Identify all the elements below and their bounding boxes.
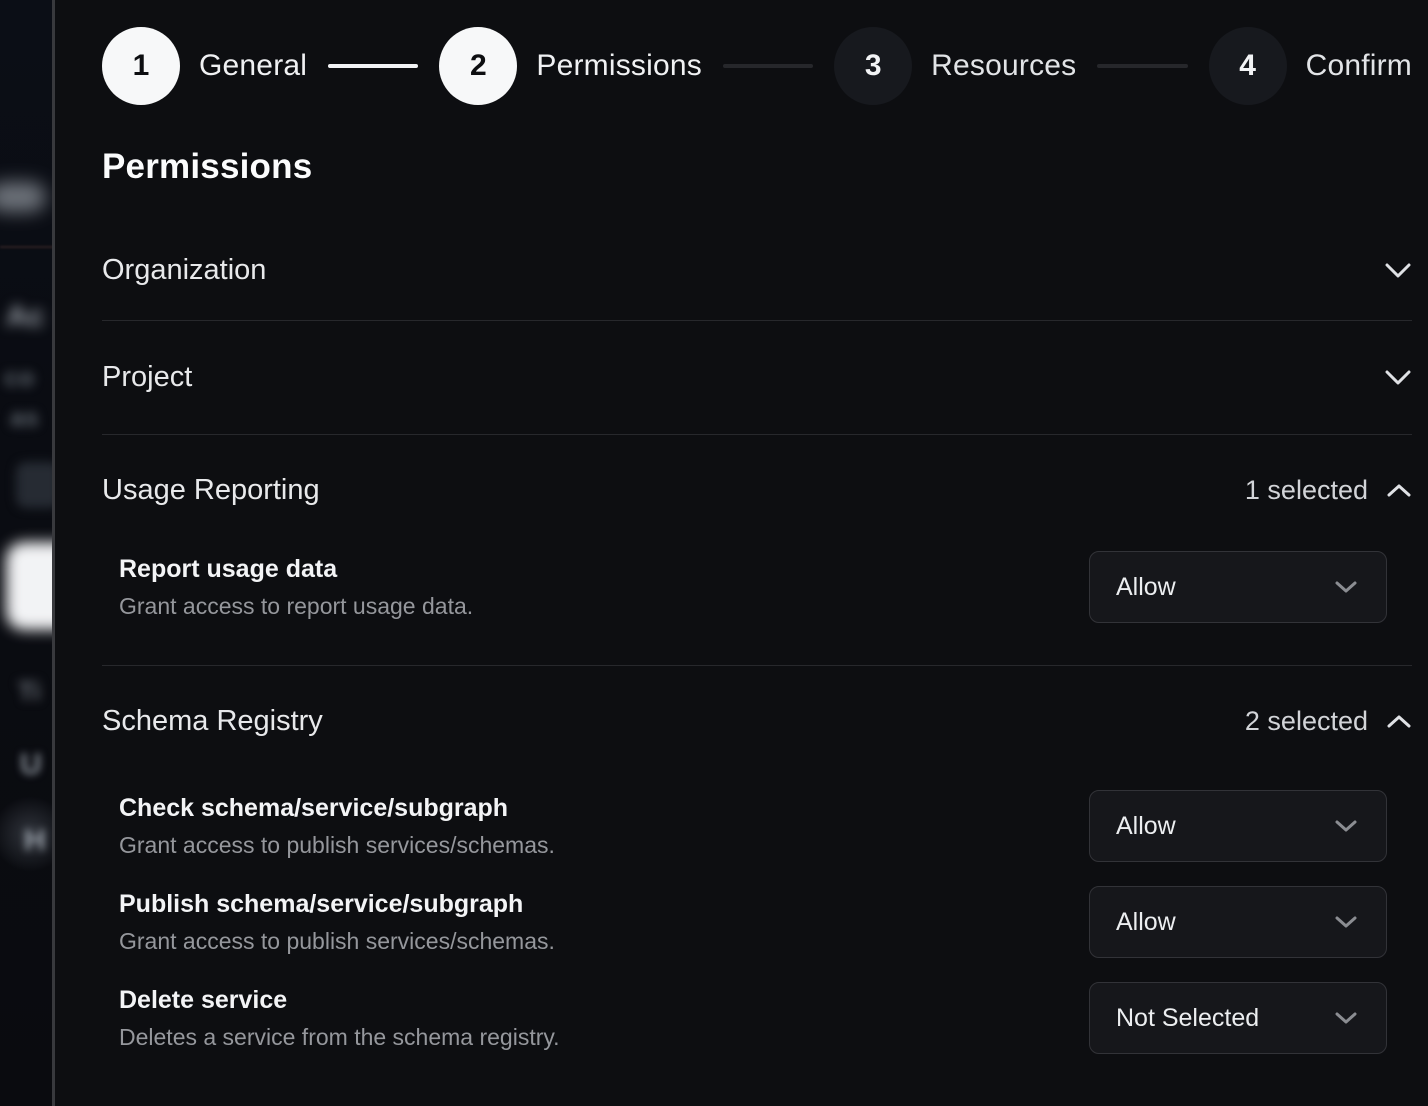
step-connector bbox=[1097, 64, 1187, 68]
blurred-text-fragment: co bbox=[4, 362, 34, 393]
permission-description: Deletes a service from the schema regist… bbox=[119, 1024, 560, 1051]
blurred-divider bbox=[0, 246, 55, 248]
permission-title: Report usage data bbox=[119, 555, 473, 584]
step-confirm[interactable]: 4 Confirm bbox=[1209, 27, 1412, 105]
section-header-project[interactable]: Project bbox=[102, 321, 1412, 434]
permission-title: Delete service bbox=[119, 986, 560, 1015]
section-header-usage-reporting[interactable]: Usage Reporting 1 selected bbox=[102, 435, 1412, 545]
blurred-text-fragment: H bbox=[24, 824, 46, 858]
permission-description: Grant access to publish services/schemas… bbox=[119, 928, 555, 955]
blurred-text-fragment: as bbox=[10, 402, 39, 433]
blurred-sidebar-smudge bbox=[0, 182, 46, 212]
selected-count-badge: 1 selected bbox=[1245, 475, 1368, 506]
step-number-badge: 4 bbox=[1209, 27, 1287, 105]
chevron-down-icon bbox=[1334, 819, 1358, 833]
permission-select[interactable]: Not Selected bbox=[1089, 982, 1387, 1054]
step-connector bbox=[723, 64, 813, 68]
chevron-up-icon bbox=[1386, 714, 1412, 729]
section-header-schema-registry[interactable]: Schema Registry 2 selected bbox=[102, 666, 1412, 776]
section-title: Project bbox=[102, 361, 192, 394]
permission-row: Check schema/service/subgraph Grant acce… bbox=[102, 790, 1412, 862]
chevron-down-icon bbox=[1334, 580, 1358, 594]
step-connector bbox=[328, 64, 418, 68]
section-title: Schema Registry bbox=[102, 705, 323, 738]
section-header-organization[interactable]: Organization bbox=[102, 220, 1412, 320]
chevron-down-icon bbox=[1334, 1011, 1358, 1025]
page-title: Permissions bbox=[102, 147, 1412, 187]
permission-description: Grant access to publish services/schemas… bbox=[119, 832, 555, 859]
select-value: Not Selected bbox=[1116, 1004, 1259, 1033]
permission-row: Report usage data Grant access to report… bbox=[102, 551, 1412, 623]
blurred-text-fragment: Ac bbox=[6, 300, 44, 334]
chevron-up-icon bbox=[1386, 483, 1412, 498]
permission-select[interactable]: Allow bbox=[1089, 551, 1387, 623]
select-value: Allow bbox=[1116, 573, 1176, 602]
wizard-stepper: 1 General 2 Permissions 3 Resources 4 Co… bbox=[102, 27, 1412, 105]
chevron-down-icon bbox=[1384, 369, 1412, 386]
background-sidebar: Ac co as Ti U H bbox=[0, 0, 55, 1106]
selected-count-badge: 2 selected bbox=[1245, 706, 1368, 737]
blurred-icon-tile bbox=[16, 462, 55, 508]
step-number-badge: 2 bbox=[439, 27, 517, 105]
section-schema-registry: Schema Registry 2 selected Check schema/… bbox=[102, 666, 1412, 1096]
blurred-text-fragment: U bbox=[20, 748, 42, 782]
step-general[interactable]: 1 General bbox=[102, 27, 307, 105]
step-label: Permissions bbox=[536, 49, 702, 83]
step-label: Resources bbox=[931, 49, 1076, 83]
step-permissions[interactable]: 2 Permissions bbox=[439, 27, 702, 105]
permission-select[interactable]: Allow bbox=[1089, 790, 1387, 862]
section-usage-reporting: Usage Reporting 1 selected Report usage … bbox=[102, 435, 1412, 665]
permission-title: Publish schema/service/subgraph bbox=[119, 890, 555, 919]
permission-row: Publish schema/service/subgraph Grant ac… bbox=[102, 886, 1412, 958]
permissions-accordion: Organization Project Usage Reporting 1 s… bbox=[102, 220, 1412, 1096]
select-value: Allow bbox=[1116, 908, 1176, 937]
step-resources[interactable]: 3 Resources bbox=[834, 27, 1076, 105]
wizard-panel: 1 General 2 Permissions 3 Resources 4 Co… bbox=[58, 0, 1428, 1106]
step-number-badge: 1 bbox=[102, 27, 180, 105]
section-title: Organization bbox=[102, 254, 266, 287]
permission-description: Grant access to report usage data. bbox=[119, 593, 473, 620]
permission-title: Check schema/service/subgraph bbox=[119, 794, 555, 823]
section-title: Usage Reporting bbox=[102, 474, 320, 507]
chevron-down-icon bbox=[1384, 262, 1412, 279]
step-number-badge: 3 bbox=[834, 27, 912, 105]
step-label: Confirm bbox=[1306, 49, 1412, 83]
select-value: Allow bbox=[1116, 812, 1176, 841]
step-label: General bbox=[199, 49, 307, 83]
blurred-text-fragment: Ti bbox=[18, 676, 41, 707]
permission-row: Delete service Deletes a service from th… bbox=[102, 982, 1412, 1054]
blurred-logo-tile bbox=[6, 542, 55, 630]
chevron-down-icon bbox=[1334, 915, 1358, 929]
permission-select[interactable]: Allow bbox=[1089, 886, 1387, 958]
